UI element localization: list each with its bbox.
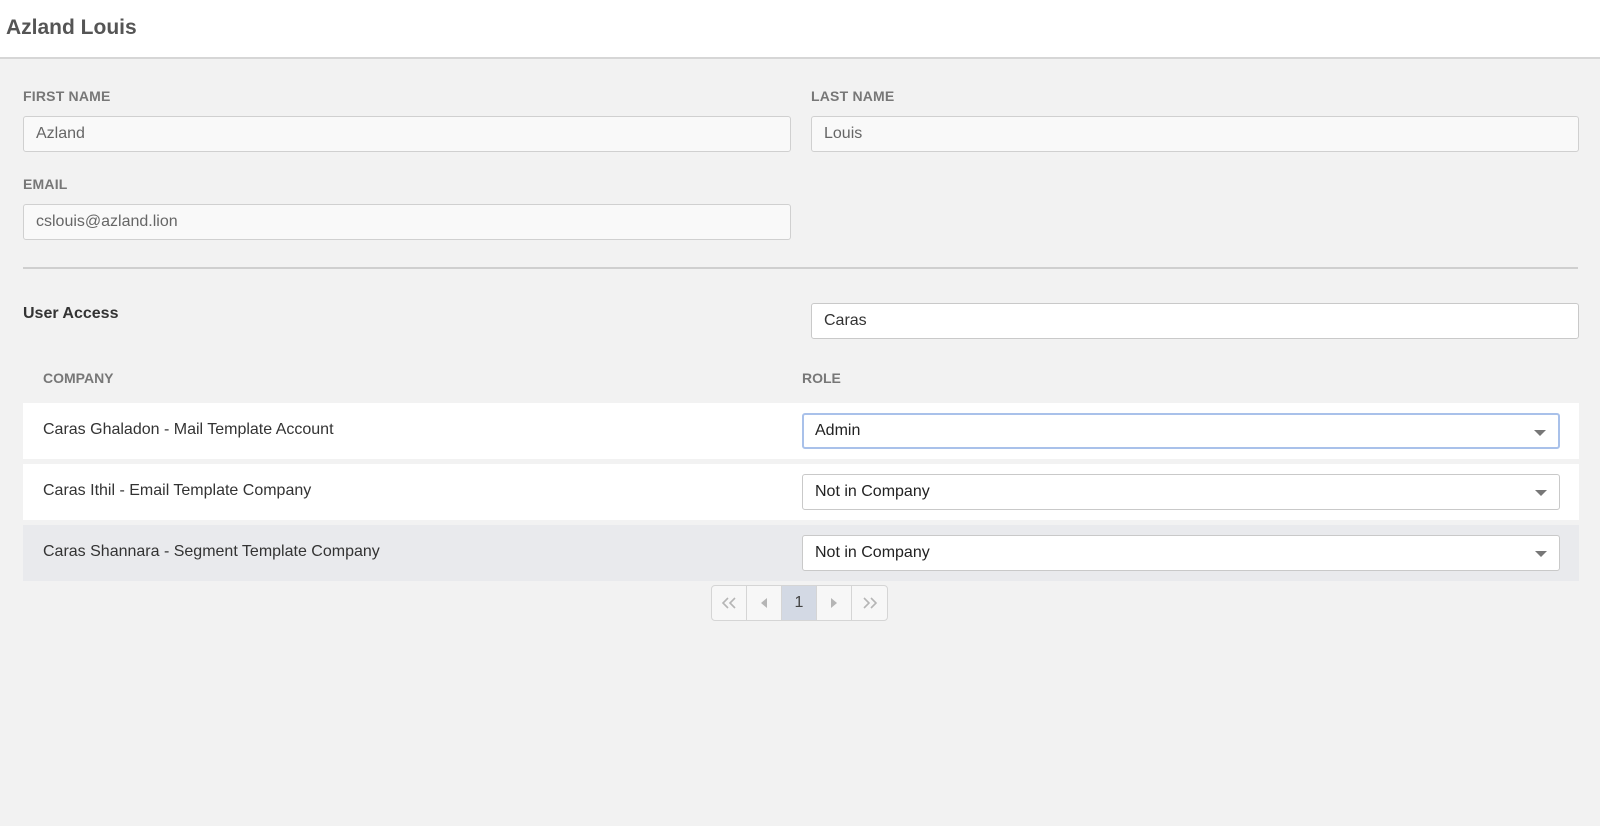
chevron-down-icon [1535,490,1547,496]
role-select-value: Admin [815,422,861,439]
last-name-label: LAST NAME [811,88,895,104]
company-name: Caras Ithil - Email Template Company [43,482,312,499]
next-page-button[interactable] [817,586,852,620]
first-name-field[interactable]: Azland [23,116,791,152]
table-row: Caras Ithil - Email Template Company Not… [23,464,1579,520]
role-select-value: Not in Company [815,483,930,500]
company-name: Caras Shannara - Segment Template Compan… [43,543,380,560]
chevron-down-icon [1534,430,1546,436]
last-name-field[interactable]: Louis [811,116,1579,152]
company-name: Caras Ghaladon - Mail Template Account [43,421,334,438]
role-select[interactable]: Admin [802,413,1560,449]
section-divider [23,267,1578,269]
table-row: Caras Ghaladon - Mail Template Account A… [23,403,1579,459]
email-label: EMAIL [23,176,68,192]
prev-page-button[interactable] [747,586,782,620]
first-page-button[interactable] [712,586,747,620]
page-1-button[interactable]: 1 [782,586,817,620]
last-page-button[interactable] [852,586,887,620]
page-title: Azland Louis [6,16,137,39]
first-page-icon [721,597,736,609]
company-search-input[interactable]: Caras [811,303,1579,339]
chevron-down-icon [1535,551,1547,557]
current-page-number: 1 [794,594,804,611]
role-select[interactable]: Not in Company [802,474,1560,510]
pagination: 1 [711,585,888,621]
page-header: Azland Louis [0,0,1600,59]
prev-page-icon [761,598,767,608]
role-select[interactable]: Not in Company [802,535,1560,571]
user-access-title: User Access [23,305,119,322]
last-page-icon [862,597,877,609]
role-select-value: Not in Company [815,544,930,561]
role-column-header: ROLE [802,370,841,386]
email-field[interactable]: cslouis@azland.lion [23,204,791,240]
next-page-icon [831,598,837,608]
table-row: Caras Shannara - Segment Template Compan… [23,525,1579,581]
company-column-header: COMPANY [43,370,114,386]
first-name-label: FIRST NAME [23,88,111,104]
